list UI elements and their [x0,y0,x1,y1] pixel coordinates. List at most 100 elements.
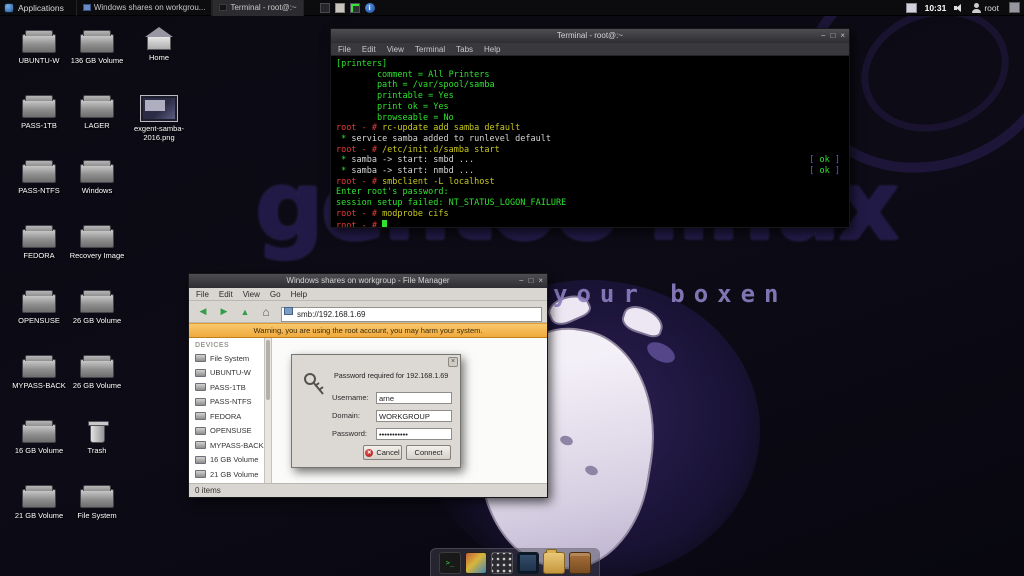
home-button[interactable]: ⌂ [257,303,275,320]
applications-menu[interactable]: Applications [18,3,64,13]
username-field[interactable] [376,392,452,404]
scrollbar-thumb[interactable] [266,340,270,400]
menu-file[interactable]: File [338,45,351,54]
dock-folder-icon[interactable] [543,548,565,574]
desktop-icon-pass-ntfs[interactable]: PASS-NTFS [11,158,67,195]
file-manager-titlebar[interactable]: Windows shares on workgroup - File Manag… [189,274,547,288]
ok-bracket: [ [809,155,820,166]
drive-icon [195,426,206,435]
desktop-icon-26gb-volume-2[interactable]: 26 GB Volume [69,353,125,390]
dock-graphics-icon[interactable] [465,551,487,574]
drive-icon [80,225,114,248]
desktop-icon-trash[interactable]: Trash [69,418,125,455]
dock-packages-icon[interactable] [491,551,513,574]
taskbar-item-file-manager[interactable]: Windows shares on workgrou... [75,0,213,16]
desktop-icon-label: Windows [81,186,113,195]
notification-info-icon[interactable]: i [364,2,375,13]
taskbar-item-terminal[interactable]: Terminal - root@:~ [212,0,304,16]
path-input[interactable] [281,307,542,322]
menu-tabs[interactable]: Tabs [456,45,473,54]
sidebar-item-file-system[interactable]: File System [189,351,264,366]
dock-terminal-icon[interactable]: >_ [439,551,461,574]
close-icon[interactable]: × [538,277,543,285]
sidebar-item-fedora[interactable]: FEDORA [189,409,264,424]
maximize-icon[interactable]: □ [528,277,533,285]
terminal-line: print ok = Yes [336,102,844,113]
desktop-icon-home[interactable]: Home [131,25,187,62]
sidebar-item-16gb-volume[interactable]: 16 GB Volume [189,453,264,468]
sidebar-item-pass-ntfs[interactable]: PASS-NTFS [189,395,264,410]
domain-field[interactable] [376,410,452,422]
terminal-text: browseable = No [336,112,454,123]
back-button[interactable]: ◀ [194,303,212,320]
drive-icon [195,368,206,377]
desktop-icon-opensuse[interactable]: OPENSUSE [11,288,67,325]
menu-help[interactable]: Help [291,290,307,299]
volume-icon[interactable] [954,3,965,13]
minimize-icon[interactable]: − [821,32,826,40]
terminal-line: root - # rc-update add samba default [336,123,844,134]
sidebar-scrollbar[interactable] [265,338,272,483]
close-icon[interactable]: × [840,32,845,40]
menu-edit[interactable]: Edit [219,290,233,299]
desktop-icon-16gb-volume[interactable]: 16 GB Volume [11,418,67,455]
maximize-icon[interactable]: □ [830,32,835,40]
terminal-text: samba -> start: smbd ... [351,155,475,166]
connect-button[interactable]: Connect [406,445,451,460]
menu-go[interactable]: Go [270,290,281,299]
tray-icon[interactable] [319,2,330,13]
desktop-icon-136gb-volume[interactable]: 136 GB Volume [69,28,125,65]
desktop-icon-label: 26 GB Volume [72,381,122,390]
tray-display-icon[interactable] [905,2,917,13]
terminal-line: printable = Yes [336,91,844,102]
terminal-text: printable = Yes [336,91,454,102]
forward-button[interactable]: ▶ [215,303,233,320]
dock-archive-icon[interactable] [569,551,591,574]
terminal-text: comment = All Printers [336,69,490,80]
desktop-icon-21gb-volume[interactable]: 21 GB Volume [11,483,67,520]
minimize-icon[interactable]: − [519,277,524,285]
tray-icon[interactable] [334,2,345,13]
desktop-icon-windows[interactable]: Windows [69,158,125,195]
dock-display-icon[interactable] [517,551,539,574]
menu-help[interactable]: Help [484,45,500,54]
desktop-icon-ubuntu-w[interactable]: UBUNTU-W [11,28,67,65]
terminal-text: service samba added to runlevel default [351,133,551,144]
desktop-icon-lager[interactable]: LAGER [69,93,125,130]
terminal-titlebar[interactable]: Terminal - root@:~ − □ × [331,29,849,43]
menu-terminal[interactable]: Terminal [415,45,445,54]
applications-menu-icon[interactable] [4,2,14,13]
cancel-button[interactable]: ✕ Cancel [363,445,402,460]
desktop-icon-label: PASS-NTFS [18,186,60,195]
desktop-icon-pass-1tb[interactable]: PASS-1TB [11,93,67,130]
user-menu[interactable]: root [984,3,999,13]
desktop-icon-fedora[interactable]: FEDORA [11,223,67,260]
close-button[interactable]: × [448,357,458,367]
close-icon: × [450,358,456,365]
drive-icon [22,225,56,248]
desktop-icon-recovery-image[interactable]: Recovery Image [69,223,125,260]
up-button[interactable]: ▲ [236,303,254,320]
clock[interactable]: 10:31 [925,3,947,13]
desktop-icon-image-file[interactable]: exgent-samba-2016.png [133,95,185,142]
desktop-icon-file-system[interactable]: File System [69,483,125,520]
desktop-icon-26gb-volume[interactable]: 26 GB Volume [69,288,125,325]
sidebar-item-opensuse[interactable]: OPENSUSE [189,424,264,439]
menu-view[interactable]: View [387,45,404,54]
sidebar-item-ubuntu-w[interactable]: UBUNTU-W [189,366,264,381]
menu-view[interactable]: View [243,290,260,299]
tray-icon[interactable] [349,2,360,13]
sidebar-item-pass-1tb[interactable]: PASS-1TB [189,380,264,395]
menu-file[interactable]: File [196,290,209,299]
terminal-screen[interactable]: [printers] comment = All Printers path =… [331,56,849,227]
password-field[interactable] [376,428,452,440]
desktop-icon-mypass-back[interactable]: MYPASS-BACK [11,353,67,390]
sidebar-item-label: PASS-1TB [210,382,246,392]
sidebar-item-21gb-volume[interactable]: 21 GB Volume [189,467,264,482]
command-text: modprobe cifs [382,208,449,219]
sidebar-item-mypass-back[interactable]: MYPASS-BACK [189,438,264,453]
window-controls: − □ × [519,274,543,288]
menu-edit[interactable]: Edit [362,45,376,54]
terminal-menubar: File Edit View Terminal Tabs Help [331,43,849,56]
panel-action-icon[interactable] [1009,2,1020,13]
